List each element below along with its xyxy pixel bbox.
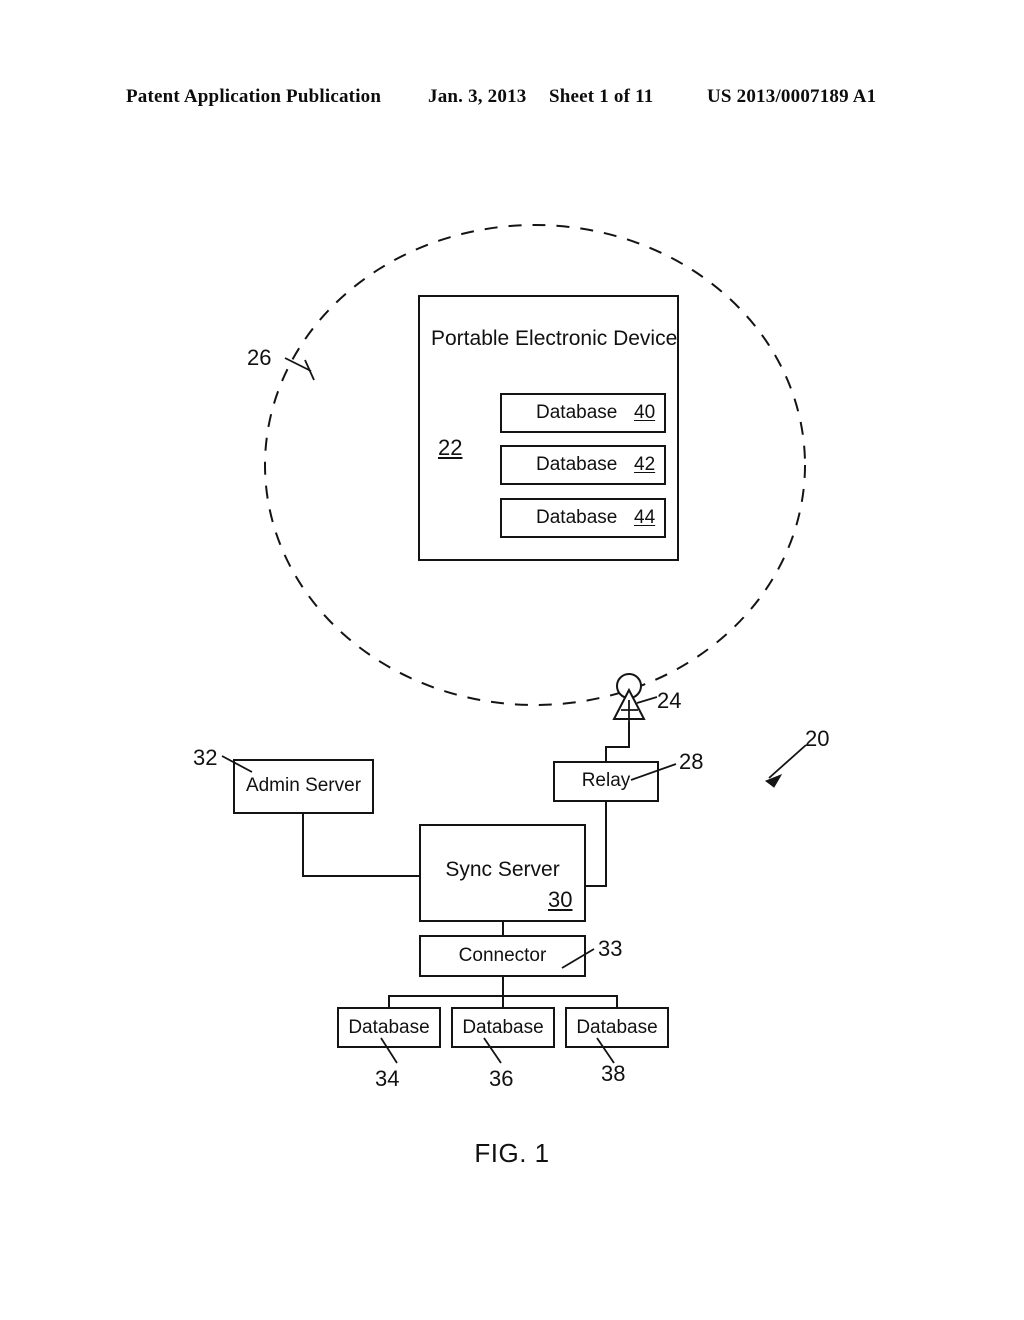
ref-numeral-22: 22 [438,435,463,460]
device-database-ref-44: 44 [634,507,656,528]
figure-caption: FIG. 1 [474,1138,550,1168]
ref-20-arrow-line [768,744,807,779]
connector-label: Connector [458,945,547,966]
backend-database-label-38: Database [576,1017,658,1038]
figure-1-diagram: 26 Portable Electronic Device 22 Databas… [0,0,1024,1320]
relay-label: Relay [581,770,631,791]
backend-database-label-34: Database [348,1017,430,1038]
ref-numeral-33: 33 [598,936,623,961]
device-database-label-42: Database [536,454,618,475]
portable-electronic-device-title: Portable Electronic Device [431,327,678,350]
relay-to-sync-server-connector [585,801,607,887]
admin-server-label: Admin Server [245,775,362,796]
ref-numeral-32: 32 [193,745,218,770]
ref-numeral-24: 24 [657,688,682,713]
ref-numeral-20: 20 [805,726,830,751]
ref-24-leader-line [636,696,658,704]
ref-26-tick [304,359,315,381]
ref-numeral-28: 28 [679,749,704,774]
device-database-label-40: Database [536,402,618,423]
device-database-ref-42: 42 [634,454,656,475]
device-database-ref-40: 40 [634,402,656,423]
antenna-to-relay-connector [605,722,630,762]
ref-numeral-26: 26 [247,345,272,370]
ref-numeral-34: 34 [375,1066,400,1091]
ref-numeral-30: 30 [548,887,573,912]
ref-20-arrow-head [764,773,783,788]
figure-vector-layer [221,224,807,1064]
ref-numeral-36: 36 [489,1066,514,1091]
device-database-label-44: Database [536,507,618,528]
backend-database-label-36: Database [462,1017,544,1038]
ref-numeral-38: 38 [601,1061,626,1086]
sync-server-label: Sync Server [445,858,560,881]
admin-server-to-sync-server-connector [302,813,420,877]
